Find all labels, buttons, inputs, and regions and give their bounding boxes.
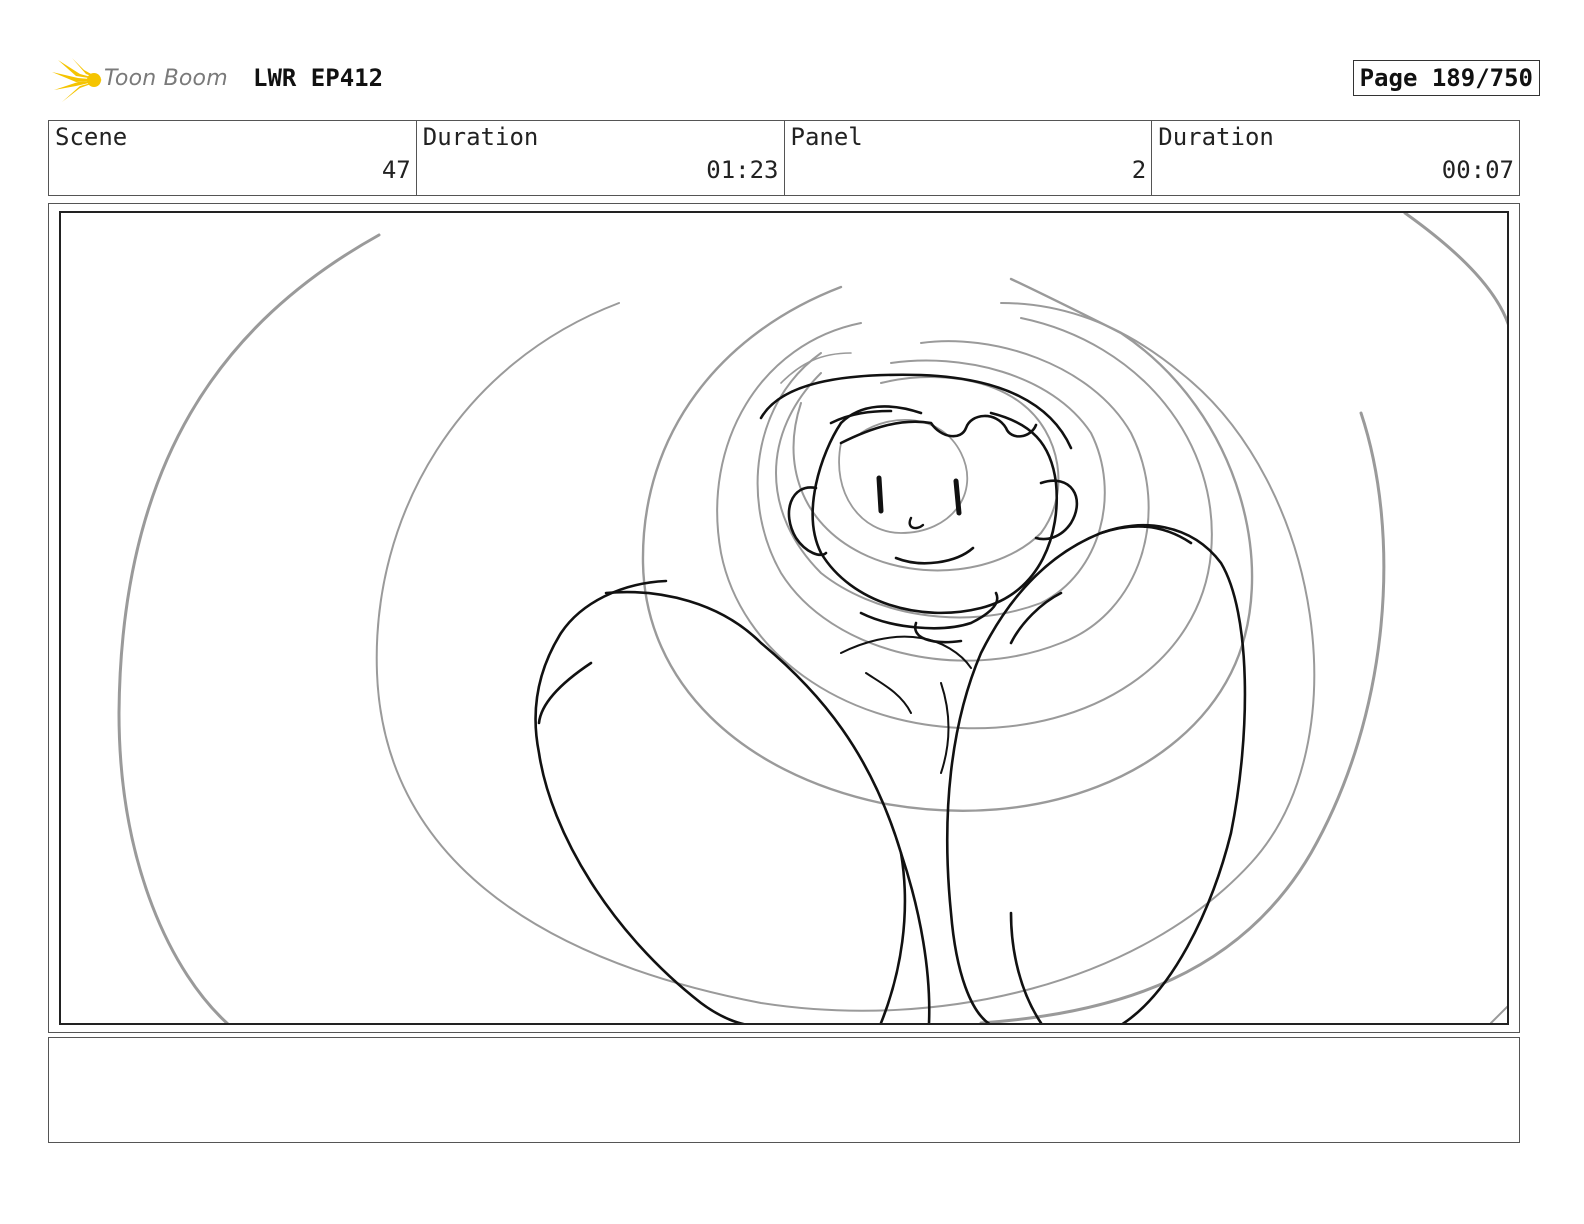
nose (908, 516, 925, 530)
right-leg (945, 525, 1193, 1023)
left-leg (534, 579, 746, 1023)
storyboard-sketch (117, 213, 1507, 1023)
swirl-rings (117, 213, 1507, 1023)
panel-label: Panel (790, 123, 863, 151)
scene-info-table: Scene 47 Duration 01:23 Panel 2 Duration… (48, 120, 1520, 196)
notes-area (48, 1037, 1520, 1143)
left-eye (876, 475, 884, 514)
logo-text: Toon Boom (104, 66, 228, 91)
panel-duration-cell: Duration 00:07 (1152, 121, 1519, 195)
character-sketch (534, 373, 1247, 1023)
head-outline (811, 411, 1058, 615)
panel-frame (48, 203, 1520, 1033)
scene-duration-cell: Duration 01:23 (417, 121, 785, 195)
scene-duration-value: 01:23 (706, 156, 779, 184)
storyboard-header: Toon Boom LWR EP412 Page 189/750 (50, 56, 1540, 104)
scene-value: 47 (381, 156, 411, 184)
page-number: Page 189/750 (1352, 60, 1540, 96)
panel-duration-value: 00:07 (1441, 156, 1514, 184)
toon-boom-logo: Toon Boom (50, 56, 240, 104)
scene-cell: Scene 47 (49, 121, 417, 195)
panel-duration-label: Duration (1158, 123, 1274, 151)
panel-cell: Panel 2 (785, 121, 1153, 195)
mouth (894, 546, 975, 565)
project-title: LWR EP412 (253, 64, 384, 92)
right-eye (953, 478, 962, 516)
starburst-icon (52, 58, 102, 102)
scene-duration-label: Duration (422, 123, 539, 151)
panel-image (59, 211, 1509, 1025)
scene-label: Scene (55, 123, 128, 151)
panel-value: 2 (1131, 156, 1147, 184)
